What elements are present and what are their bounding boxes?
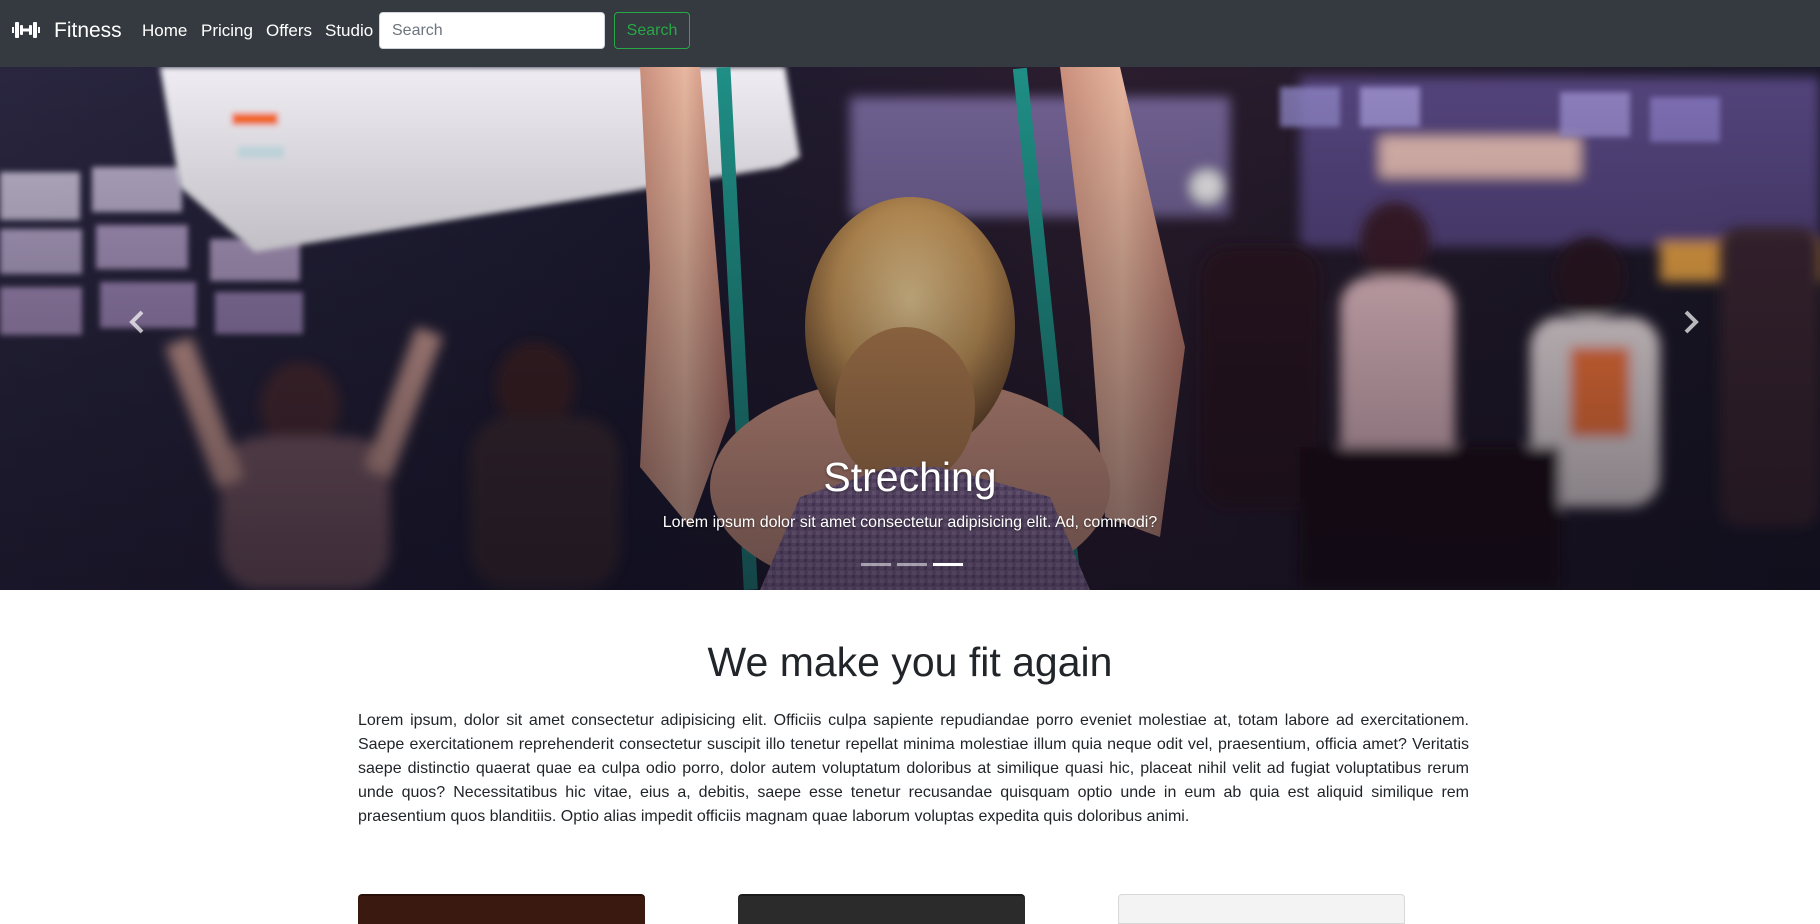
section-heading: We make you fit again (707, 639, 1113, 685)
nav-offers[interactable]: Offers (266, 19, 312, 43)
brand-link[interactable]: Fitness (54, 17, 122, 45)
carousel-indicator-2[interactable] (897, 563, 927, 566)
card-image-3 (1118, 894, 1405, 924)
search-button[interactable]: Search (614, 12, 690, 49)
section-body: Lorem ipsum, dolor sit amet consectetur … (358, 712, 1469, 825)
nav-studio[interactable]: Studio (325, 19, 373, 43)
chevron-left-icon[interactable] (118, 302, 158, 342)
slide-caption: Lorem ipsum dolor sit amet consectetur a… (662, 514, 1158, 531)
hero-carousel: Streching Lorem ipsum dolor sit amet con… (0, 67, 1820, 590)
dumbbell-icon[interactable] (12, 20, 40, 40)
chevron-right-icon[interactable] (1670, 302, 1710, 342)
carousel-indicator-1[interactable] (861, 563, 891, 566)
nav-pricing[interactable]: Pricing (201, 19, 253, 43)
card-image-1 (358, 894, 645, 924)
card-image-2 (738, 894, 1025, 924)
carousel-indicator-3[interactable] (933, 563, 963, 566)
nav-home[interactable]: Home (142, 19, 187, 43)
navbar: Fitness Home Pricing Offers Studio Searc… (0, 0, 1820, 67)
carousel-indicators (861, 560, 963, 570)
slide-title: Streching (823, 454, 997, 500)
search-input[interactable] (379, 12, 605, 49)
